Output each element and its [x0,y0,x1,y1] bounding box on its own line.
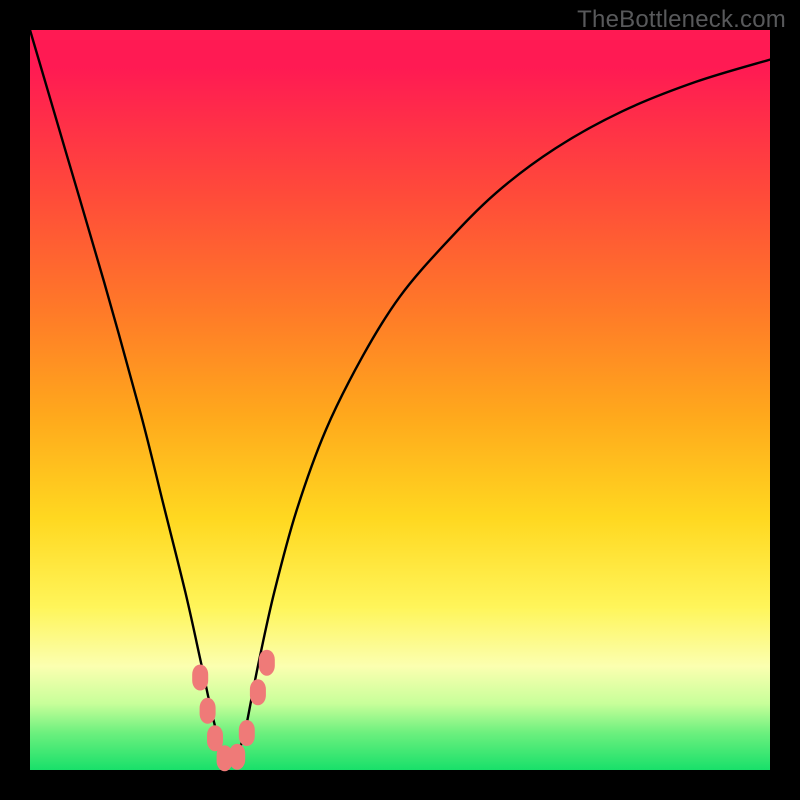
curve-layer [30,30,770,770]
watermark-text: TheBottleneck.com [577,6,786,34]
curve-marker [239,720,255,746]
curve-marker [200,698,216,724]
curve-markers [192,650,275,772]
chart-frame: TheBottleneck.com [0,0,800,800]
curve-marker [259,650,275,676]
bottleneck-curve [30,30,770,766]
curve-marker [250,679,266,705]
curve-marker [192,665,208,691]
curve-marker [229,744,245,770]
plot-area [30,30,770,770]
